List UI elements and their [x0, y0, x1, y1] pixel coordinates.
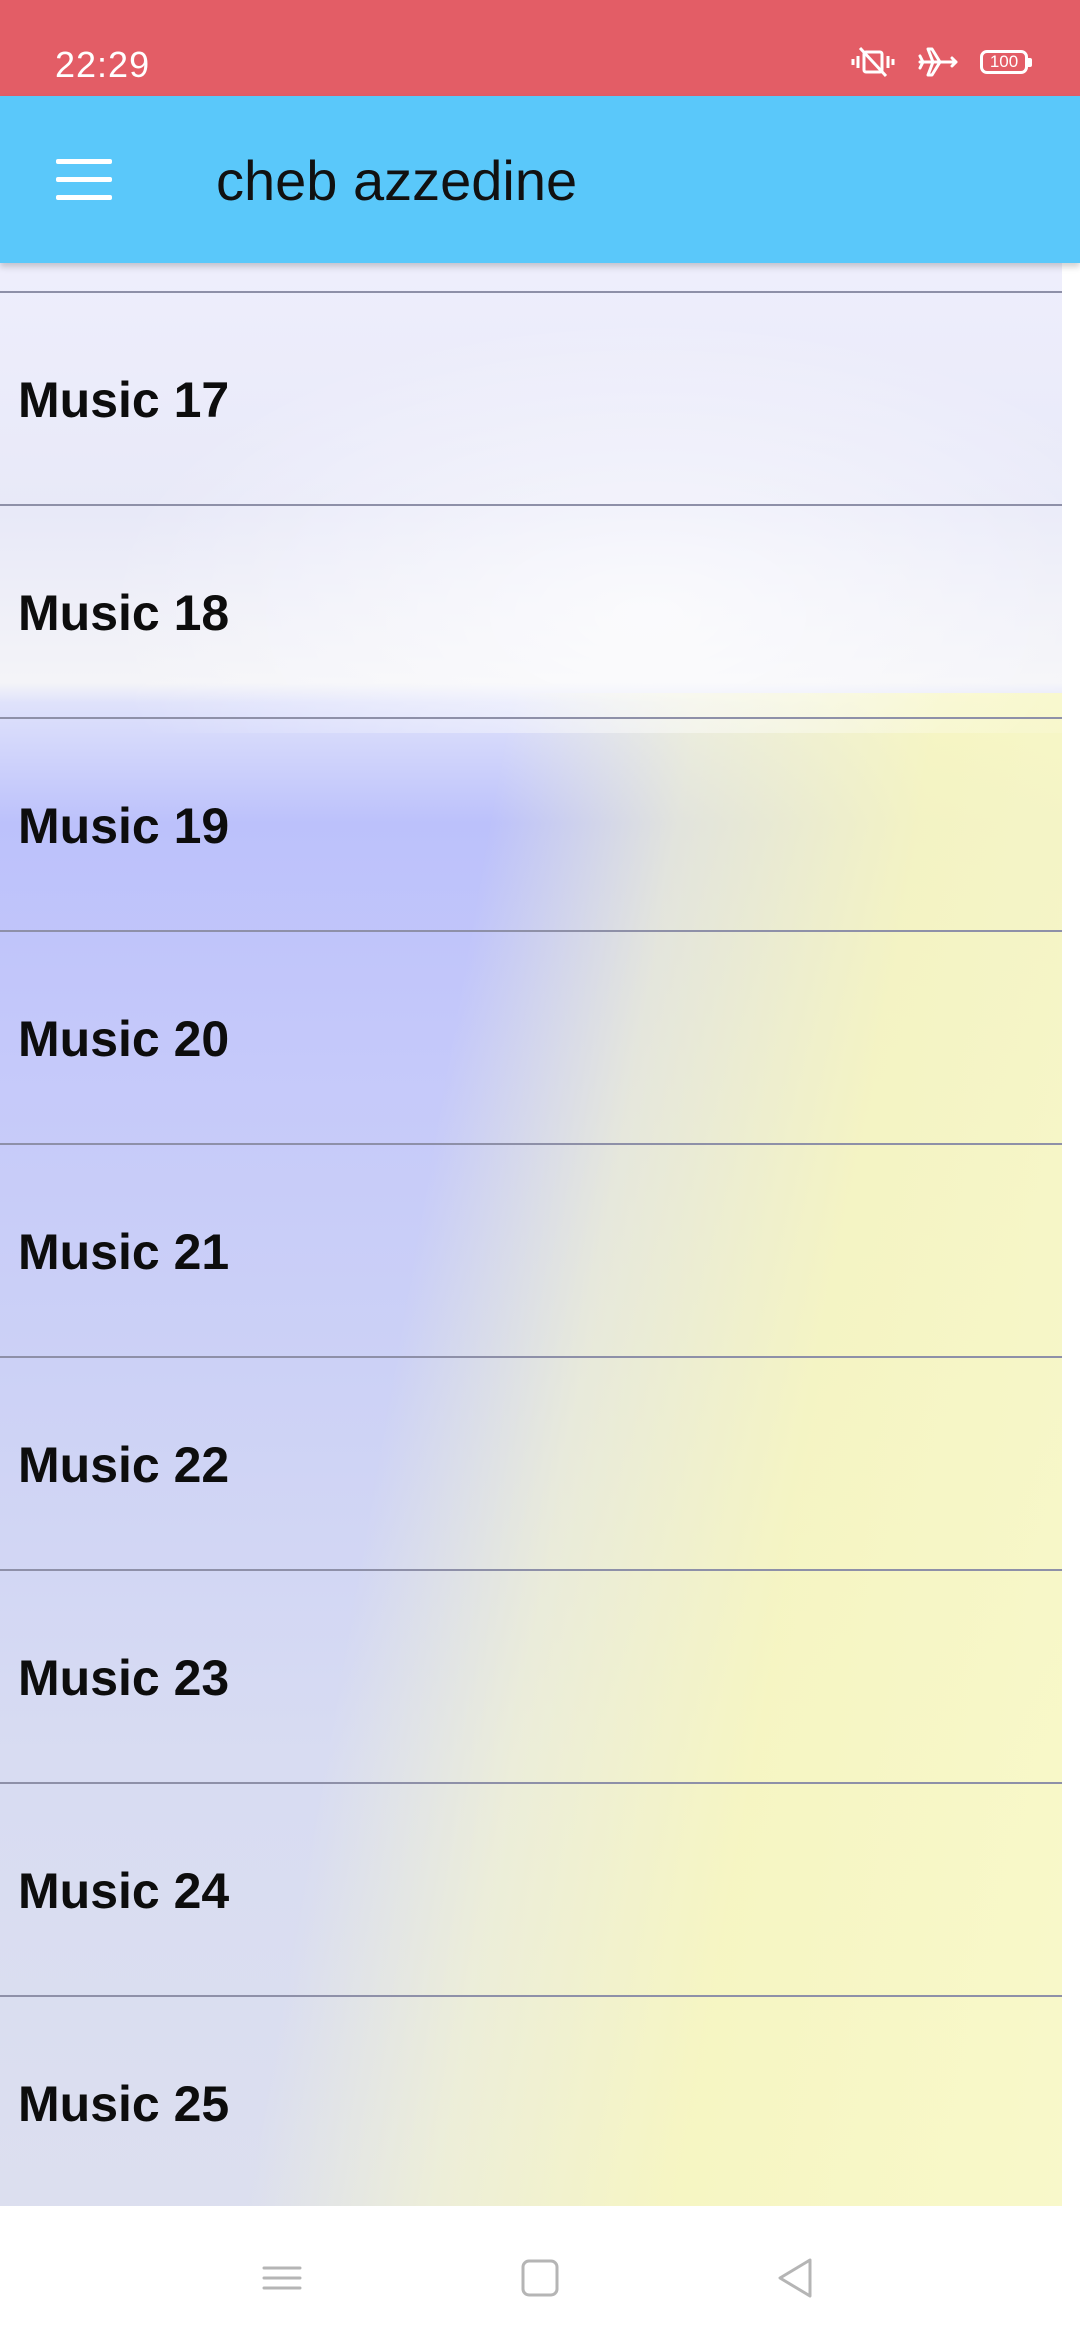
- list-item[interactable]: Music 18: [0, 504, 1080, 717]
- list-item-label: Music 20: [18, 1011, 230, 1067]
- background-edge: [1062, 263, 1080, 2206]
- list-item[interactable]: Music 23: [0, 1569, 1080, 1782]
- list-item-label: Music 25: [18, 2076, 230, 2132]
- list-item-label: Music 18: [18, 585, 230, 641]
- list-item[interactable]: Music 25: [0, 1995, 1080, 2206]
- app-title: cheb azzedine: [216, 149, 578, 212]
- status-bar: 22:29 100: [0, 0, 1080, 96]
- list-item-label: Music 17: [18, 372, 230, 428]
- list-item[interactable]: Music 24: [0, 1782, 1080, 1995]
- list-item-label: Music 19: [18, 798, 230, 854]
- list-item-label: Music 22: [18, 1437, 230, 1493]
- list-item-label: Music 21: [18, 1224, 230, 1280]
- navigation-bar: [0, 2206, 1080, 2340]
- battery-icon: 100: [980, 50, 1032, 74]
- list-item[interactable]: Music 21: [0, 1143, 1080, 1356]
- status-icons: 100: [850, 46, 1032, 78]
- app-screen: 22:29 100 cheb azzedine Music 17 Music 1…: [0, 0, 1080, 2340]
- music-list-container[interactable]: Music 17 Music 18 Music 19 Music 20 Musi…: [0, 263, 1080, 2206]
- hamburger-menu-icon[interactable]: [48, 144, 120, 216]
- list-item[interactable]: Music 17: [0, 291, 1080, 504]
- list-item[interactable]: Music 19: [0, 717, 1080, 930]
- music-list: Music 17 Music 18 Music 19 Music 20 Musi…: [0, 291, 1080, 2206]
- list-item[interactable]: Music 22: [0, 1356, 1080, 1569]
- app-bar: cheb azzedine: [0, 96, 1080, 263]
- recents-icon[interactable]: [252, 2248, 312, 2308]
- mute-vibrate-icon: [850, 46, 896, 78]
- airplane-mode-icon: [918, 46, 958, 78]
- list-item-label: Music 24: [18, 1863, 230, 1919]
- home-icon[interactable]: [510, 2248, 570, 2308]
- list-item-label: Music 23: [18, 1650, 230, 1706]
- status-time: 22:29: [55, 44, 151, 85]
- list-item[interactable]: Music 20: [0, 930, 1080, 1143]
- back-icon[interactable]: [766, 2248, 826, 2308]
